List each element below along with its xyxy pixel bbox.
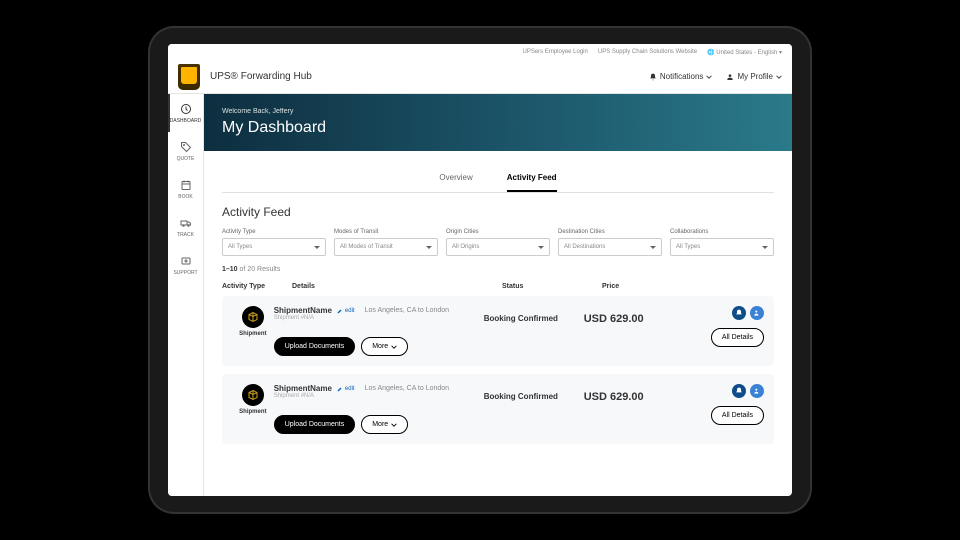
sidebar-item-label: QUOTE bbox=[177, 156, 195, 162]
shipment-id: Shipment #N/A bbox=[274, 393, 484, 399]
sidebar-item-track[interactable]: TRACK bbox=[168, 208, 203, 246]
price-text: USD 629.00 bbox=[584, 313, 674, 325]
notification-badge[interactable] bbox=[732, 384, 746, 398]
tab-activity-feed[interactable]: Activity Feed bbox=[507, 165, 557, 192]
more-button[interactable]: More bbox=[361, 415, 408, 434]
page-title: My Dashboard bbox=[222, 119, 774, 137]
filter-label: Destination Cities bbox=[558, 229, 662, 235]
shipment-name: ShipmentName bbox=[274, 384, 332, 393]
dashboard-icon bbox=[179, 102, 193, 116]
type-label: Shipment bbox=[239, 331, 266, 337]
all-details-button[interactable]: All Details bbox=[711, 406, 764, 425]
sidebar-item-support[interactable]: SUPPORT bbox=[168, 246, 203, 284]
activity-card: Shipment ShipmentName edit Los Angeles, CA … bbox=[222, 296, 774, 366]
section-title: Activity Feed bbox=[222, 205, 774, 219]
support-icon bbox=[179, 254, 193, 268]
sidebar-item-quote[interactable]: QUOTE bbox=[168, 132, 203, 170]
col-header-status: Status bbox=[502, 283, 602, 290]
sidebar-item-book[interactable]: BOOK bbox=[168, 170, 203, 208]
chevron-down-icon bbox=[776, 74, 782, 80]
top-utility-bar: UPSers Employee Login UPS Supply Chain S… bbox=[168, 44, 792, 60]
results-count: 1–10 of 20 Results bbox=[222, 266, 774, 273]
status-text: Booking Confirmed bbox=[484, 314, 584, 323]
truck-icon bbox=[179, 216, 193, 230]
upload-documents-button[interactable]: Upload Documents bbox=[274, 415, 356, 434]
user-icon bbox=[726, 73, 734, 81]
tabs: Overview Activity Feed bbox=[222, 165, 774, 193]
sidebar-item-dashboard[interactable]: DASHBOARD bbox=[168, 94, 203, 132]
main-header: UPS® Forwarding Hub Notifications My Pro… bbox=[168, 60, 792, 94]
all-details-button[interactable]: All Details bbox=[711, 328, 764, 347]
filter-label: Collaborations bbox=[670, 229, 774, 235]
shipment-icon bbox=[242, 306, 264, 328]
activity-card: Shipment ShipmentName edit Los Angeles, CA … bbox=[222, 374, 774, 444]
collaborator-badge[interactable] bbox=[750, 384, 764, 398]
filter-label: Origin Cities bbox=[446, 229, 550, 235]
shipment-name: ShipmentName bbox=[274, 306, 332, 315]
dashboard-banner: Welcome Back, Jeffery My Dashboard bbox=[204, 94, 792, 151]
col-header-details: Details bbox=[292, 283, 502, 290]
welcome-text: Welcome Back, Jeffery bbox=[222, 108, 774, 115]
activity-section: Activity Feed Activity Type All Types Mo… bbox=[204, 193, 792, 464]
filter-destination-cities[interactable]: All Destinations bbox=[558, 238, 662, 256]
chevron-down-icon bbox=[391, 344, 397, 350]
notification-badge[interactable] bbox=[732, 306, 746, 320]
bell-icon bbox=[735, 309, 743, 317]
filter-label: Modes of Transit bbox=[334, 229, 438, 235]
pencil-icon bbox=[337, 386, 343, 392]
sidebar-item-label: DASHBOARD bbox=[170, 118, 202, 124]
sidebar: DASHBOARD QUOTE BOOK TRACK SUPPORT bbox=[168, 94, 204, 496]
route-text: Los Angeles, CA to London bbox=[365, 307, 449, 314]
bell-icon bbox=[735, 387, 743, 395]
col-header-price: Price bbox=[602, 283, 682, 290]
screen: UPSers Employee Login UPS Supply Chain S… bbox=[168, 44, 792, 496]
filter-origin-cities[interactable]: All Origins bbox=[446, 238, 550, 256]
table-header: Activity Type Details Status Price bbox=[222, 279, 774, 296]
tab-overview[interactable]: Overview bbox=[439, 165, 472, 192]
status-text: Booking Confirmed bbox=[484, 392, 584, 401]
notifications-menu[interactable]: Notifications bbox=[649, 72, 713, 81]
user-plus-icon bbox=[753, 309, 761, 317]
type-label: Shipment bbox=[239, 409, 266, 415]
sidebar-item-label: BOOK bbox=[178, 194, 192, 200]
upload-documents-button[interactable]: Upload Documents bbox=[274, 337, 356, 356]
filters: Activity Type All Types Modes of Transit… bbox=[222, 229, 774, 256]
tag-icon bbox=[179, 140, 193, 154]
employee-login-link[interactable]: UPSers Employee Login bbox=[522, 49, 587, 55]
edit-link[interactable]: edit bbox=[337, 308, 355, 314]
user-plus-icon bbox=[753, 387, 761, 395]
route-text: Los Angeles, CA to London bbox=[365, 385, 449, 392]
pencil-icon bbox=[337, 308, 343, 314]
filter-modes-transit[interactable]: All Modes of Transit bbox=[334, 238, 438, 256]
ups-logo bbox=[178, 64, 200, 90]
calendar-icon bbox=[179, 178, 193, 192]
chevron-down-icon bbox=[706, 74, 712, 80]
shipment-id: Shipment #N/A bbox=[274, 315, 484, 321]
content-area: Welcome Back, Jeffery My Dashboard Overv… bbox=[204, 94, 792, 496]
profile-menu[interactable]: My Profile bbox=[726, 72, 782, 81]
scs-website-link[interactable]: UPS Supply Chain Solutions Website bbox=[598, 49, 697, 55]
col-header-type: Activity Type bbox=[222, 283, 292, 290]
collaborator-badge[interactable] bbox=[750, 306, 764, 320]
brand-title: UPS® Forwarding Hub bbox=[210, 71, 312, 82]
sidebar-item-label: TRACK bbox=[177, 232, 194, 238]
filter-activity-type[interactable]: All Types bbox=[222, 238, 326, 256]
filter-label: Activity Type bbox=[222, 229, 326, 235]
more-button[interactable]: More bbox=[361, 337, 408, 356]
sidebar-item-label: SUPPORT bbox=[173, 270, 197, 276]
filter-collaborations[interactable]: All Types bbox=[670, 238, 774, 256]
tablet-frame: UPSers Employee Login UPS Supply Chain S… bbox=[150, 28, 810, 512]
edit-link[interactable]: edit bbox=[337, 386, 355, 392]
bell-icon bbox=[649, 73, 657, 81]
chevron-down-icon bbox=[391, 422, 397, 428]
locale-selector[interactable]: 🌐 United States - English ▾ bbox=[707, 49, 782, 56]
shipment-icon bbox=[242, 384, 264, 406]
price-text: USD 629.00 bbox=[584, 391, 674, 403]
